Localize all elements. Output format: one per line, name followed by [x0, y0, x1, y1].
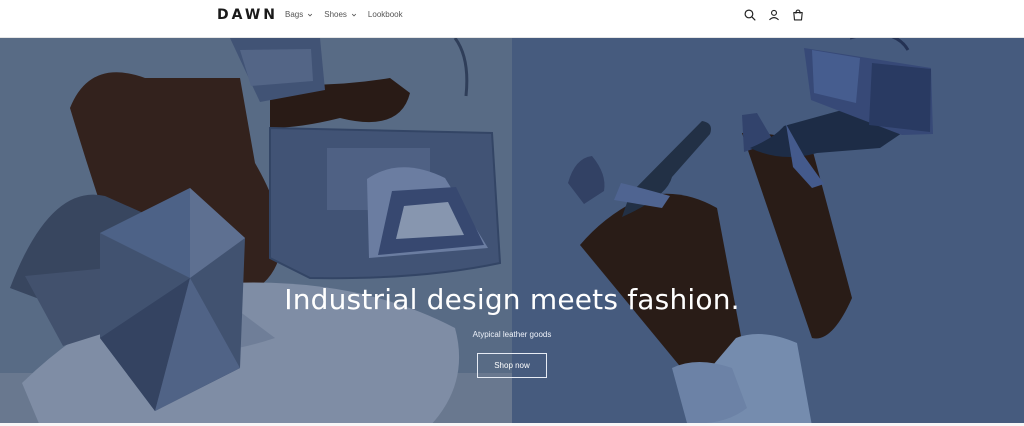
hero-banner: Industrial design meets fashion. Atypica…	[0, 38, 1024, 426]
nav-item-lookbook[interactable]: Lookbook	[368, 10, 403, 19]
logo[interactable]: DAWN	[217, 7, 278, 23]
shop-now-button[interactable]: Shop now	[477, 353, 547, 378]
nav-item-shoes[interactable]: Shoes	[324, 10, 357, 19]
chevron-down-icon	[308, 13, 313, 16]
search-icon[interactable]	[743, 8, 757, 22]
nav-label-bags: Bags	[285, 10, 304, 19]
hero-content: Industrial design meets fashion. Atypica…	[0, 283, 1024, 378]
header-icons	[743, 8, 805, 22]
site-header: DAWN Bags Shoes Lookbook	[0, 0, 1024, 38]
nav-label-lookbook: Lookbook	[367, 10, 403, 19]
main-nav: Bags Shoes Lookbook	[285, 10, 414, 19]
chevron-down-icon	[351, 13, 357, 16]
nav-item-bags[interactable]: Bags	[285, 10, 313, 19]
hero-title: Industrial design meets fashion.	[284, 283, 740, 316]
account-icon[interactable]	[767, 8, 781, 22]
hero-subtitle: Atypical leather goods	[472, 330, 552, 339]
nav-label-shoes: Shoes	[324, 10, 347, 19]
cart-icon[interactable]	[791, 8, 805, 22]
